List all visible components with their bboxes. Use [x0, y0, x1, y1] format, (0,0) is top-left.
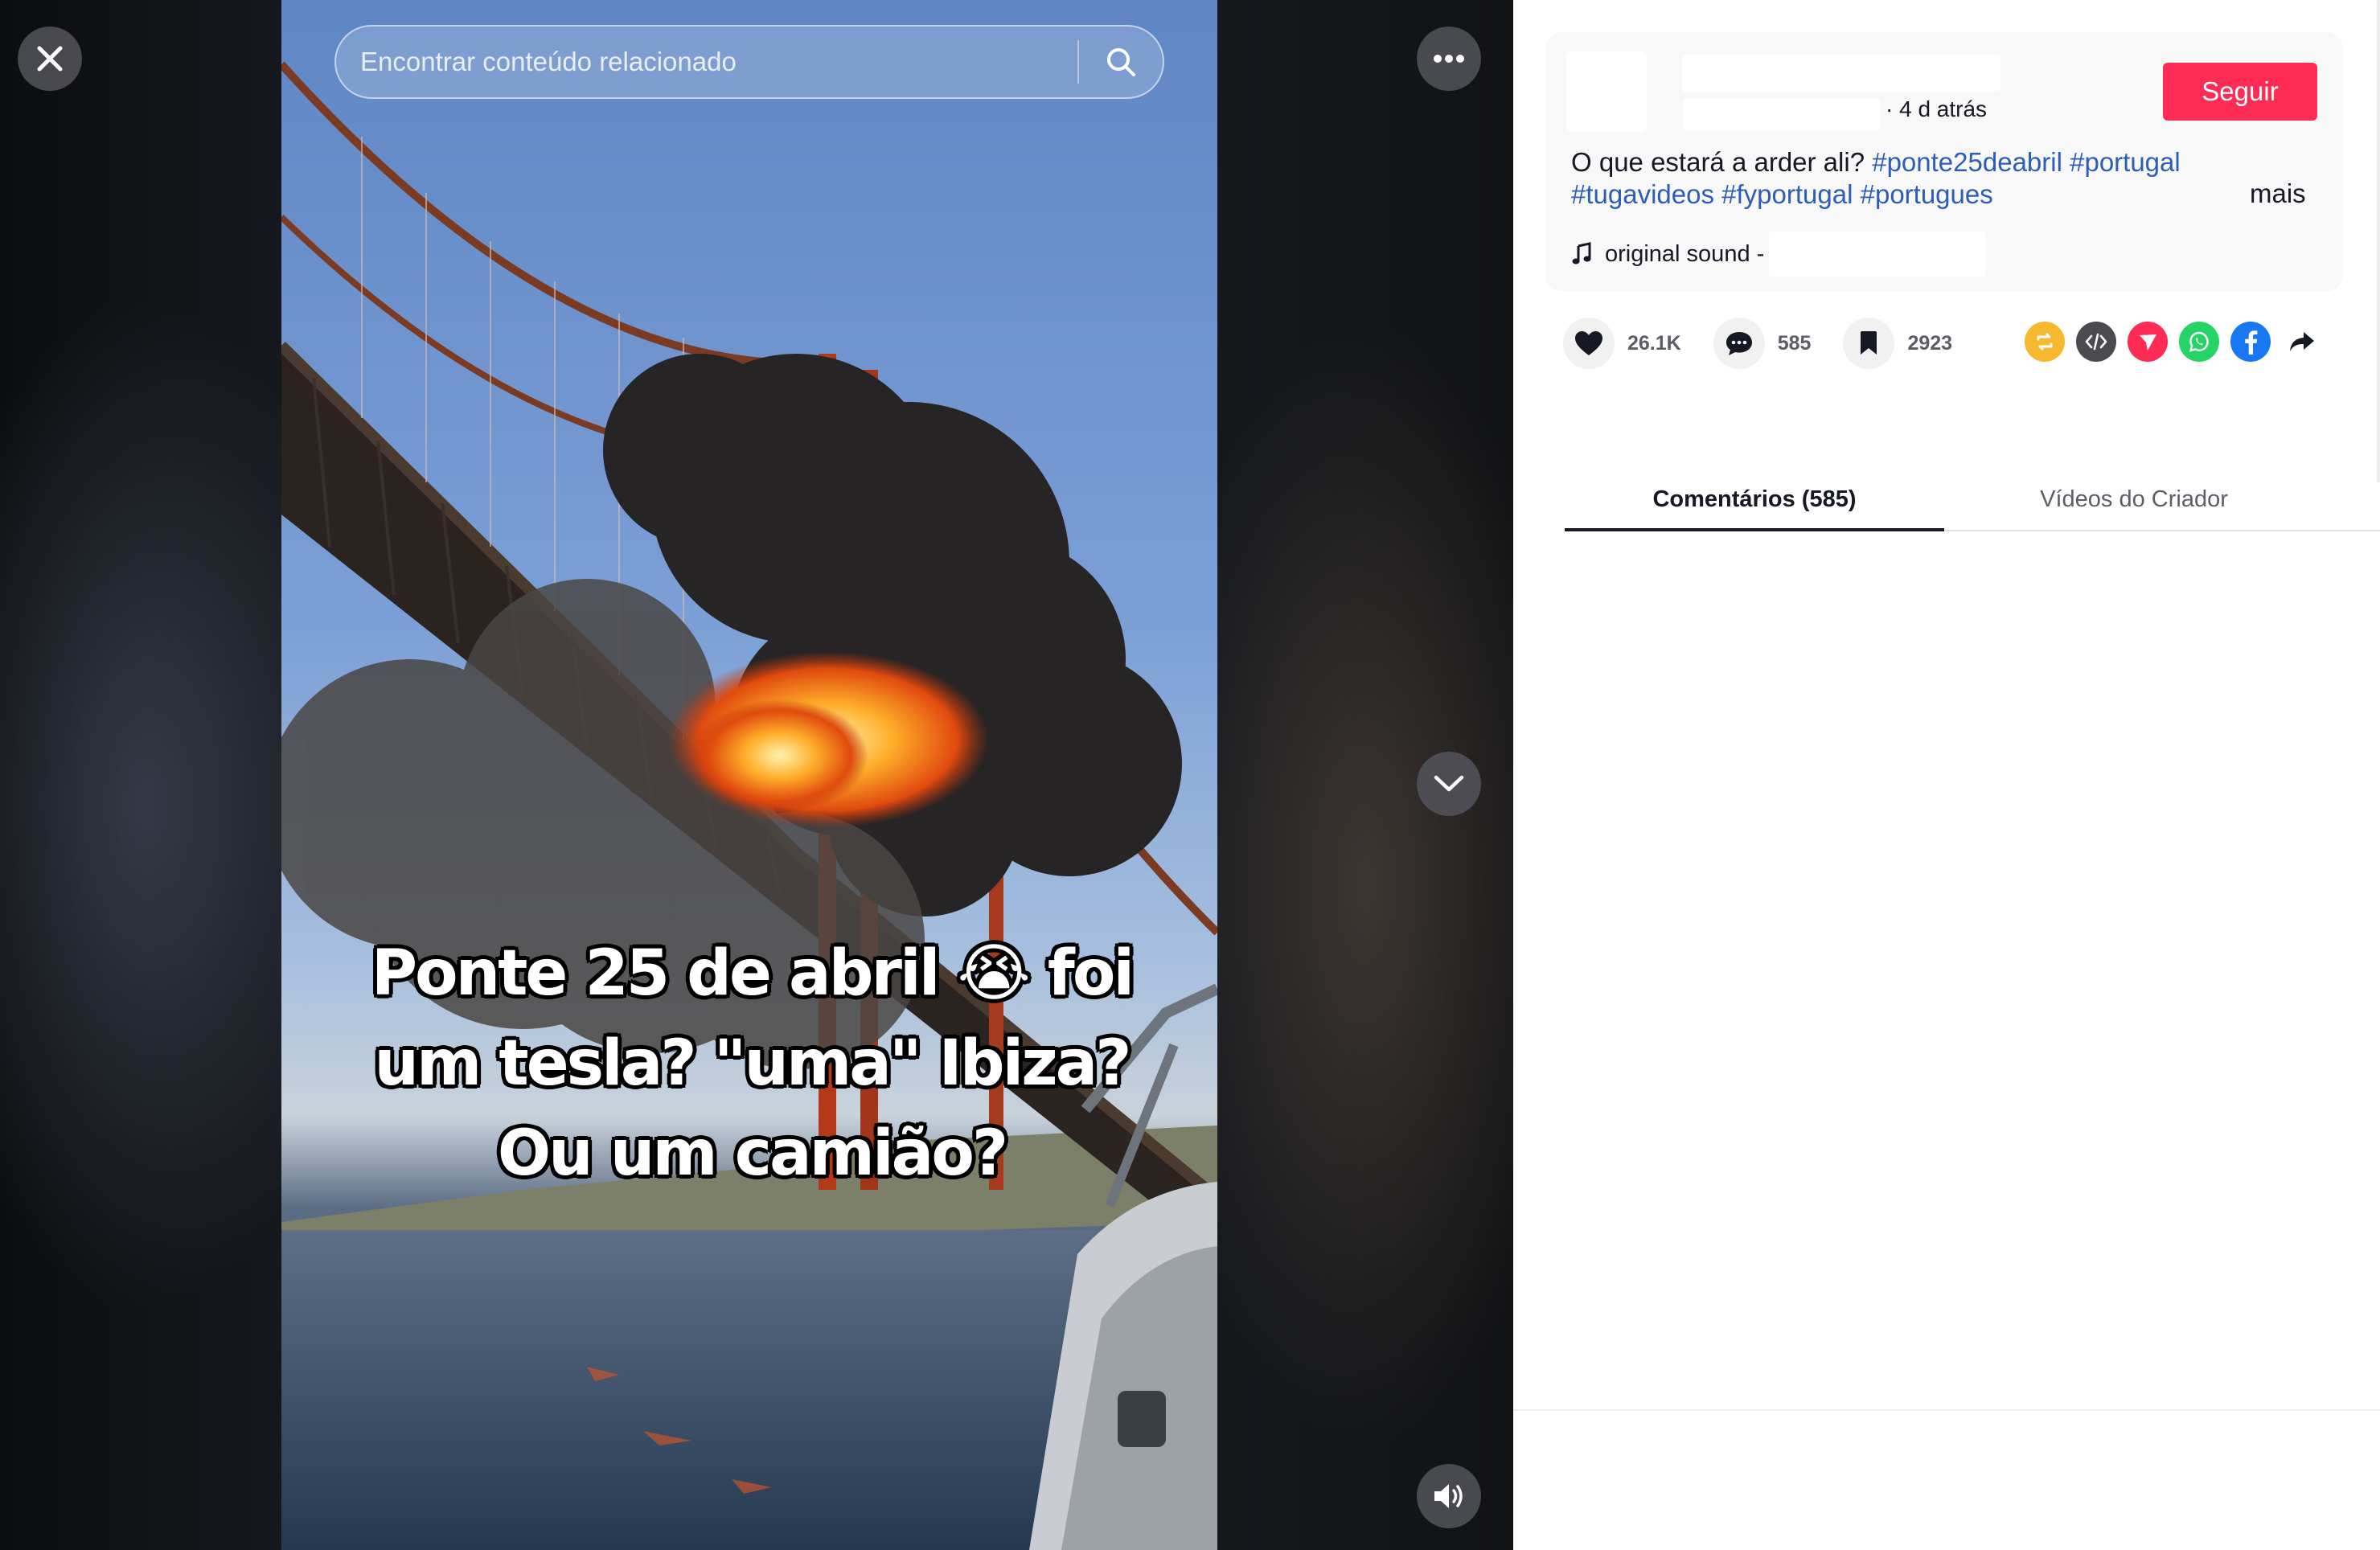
hashtag-link[interactable]: #portugal	[2070, 147, 2181, 177]
scrollbar[interactable]	[2377, 0, 2380, 482]
hashtag-link[interactable]: #ponte25deabril	[1872, 147, 2062, 177]
search-bar[interactable]	[334, 25, 1164, 99]
video-caption: Ponte 25 de abril 😭 foi um tesla? "uma" …	[289, 929, 1214, 1199]
sound-owner-redacted	[1769, 232, 1987, 277]
video-frame[interactable]	[281, 0, 1217, 1550]
repost-icon[interactable]	[2025, 322, 2065, 362]
volume-icon	[1434, 1484, 1463, 1508]
save-count: 2923	[1907, 331, 1953, 355]
caption-line-1: Ponte 25 de abril 😭 foi	[371, 937, 1135, 1010]
music-link[interactable]: original sound -	[1571, 232, 1987, 277]
save-button[interactable]: 2923	[1843, 318, 1952, 369]
more-dots-icon	[1434, 55, 1464, 63]
follow-button[interactable]: Seguir	[2163, 63, 2317, 121]
avatar[interactable]	[1566, 51, 1647, 132]
comment-button[interactable]: 585	[1713, 318, 1812, 369]
caption-line-3: Ou um camião?	[497, 1117, 1008, 1190]
comments-list[interactable]	[1513, 533, 2380, 1409]
next-video-button[interactable]	[1417, 752, 1481, 816]
action-bar: 26.1K 585 2923	[1563, 318, 1984, 369]
username-redacted[interactable]	[1682, 55, 2000, 92]
search-icon	[1107, 48, 1135, 76]
share-arrow-icon[interactable]	[2282, 322, 2322, 362]
heart-icon	[1563, 318, 1615, 369]
share-icons	[2025, 322, 2333, 362]
details-panel: · 4 d atrás Seguir O que estará a arder …	[1513, 0, 2380, 1550]
chevron-down-icon	[1434, 775, 1464, 792]
hashtag-link[interactable]: #fyportugal	[1721, 179, 1853, 209]
tab-creator-videos[interactable]: Vídeos do Criador	[1944, 470, 2324, 530]
more-options-button[interactable]	[1417, 27, 1481, 91]
video-player[interactable]: Ponte 25 de abril 😭 foi um tesla? "uma" …	[0, 0, 1513, 1550]
comment-count: 585	[1777, 331, 1812, 355]
more-link[interactable]: mais	[2250, 178, 2306, 209]
close-icon	[37, 46, 63, 72]
video-scene	[281, 61, 1217, 1550]
tab-comments[interactable]: Comentários (585)	[1565, 470, 1944, 531]
search-input[interactable]	[336, 27, 1077, 97]
music-note-icon	[1571, 242, 1592, 266]
caption-line-2: um tesla? "uma" Ibiza?	[374, 1027, 1131, 1100]
facebook-icon[interactable]	[2230, 322, 2271, 362]
comment-icon	[1713, 318, 1765, 369]
hashtag-link[interactable]: #portugues	[1861, 179, 1993, 209]
bookmark-icon	[1843, 318, 1895, 369]
hashtag-link[interactable]: #tugavideos	[1571, 179, 1714, 209]
sound-label: original sound -	[1605, 240, 1765, 267]
nickname-redacted	[1684, 98, 1880, 130]
embed-icon[interactable]	[2076, 322, 2116, 362]
whatsapp-icon[interactable]	[2179, 322, 2219, 362]
send-icon[interactable]	[2128, 322, 2168, 362]
description-text: O que estará a arder ali?	[1571, 147, 1865, 177]
post-description: O que estará a arder ali? #ponte25deabri…	[1571, 146, 2247, 211]
content-tabs: Comentários (585) Vídeos do Criador	[1565, 470, 2380, 531]
close-button[interactable]	[18, 27, 82, 91]
post-time: · 4 d atrás	[1886, 96, 1988, 121]
like-count: 26.1K	[1627, 331, 1681, 355]
divider	[1513, 1409, 2380, 1411]
like-button[interactable]: 26.1K	[1563, 318, 1681, 369]
volume-button[interactable]	[1417, 1464, 1481, 1528]
search-button[interactable]	[1079, 27, 1163, 97]
post-info-card: · 4 d atrás Seguir O que estará a arder …	[1545, 32, 2343, 291]
